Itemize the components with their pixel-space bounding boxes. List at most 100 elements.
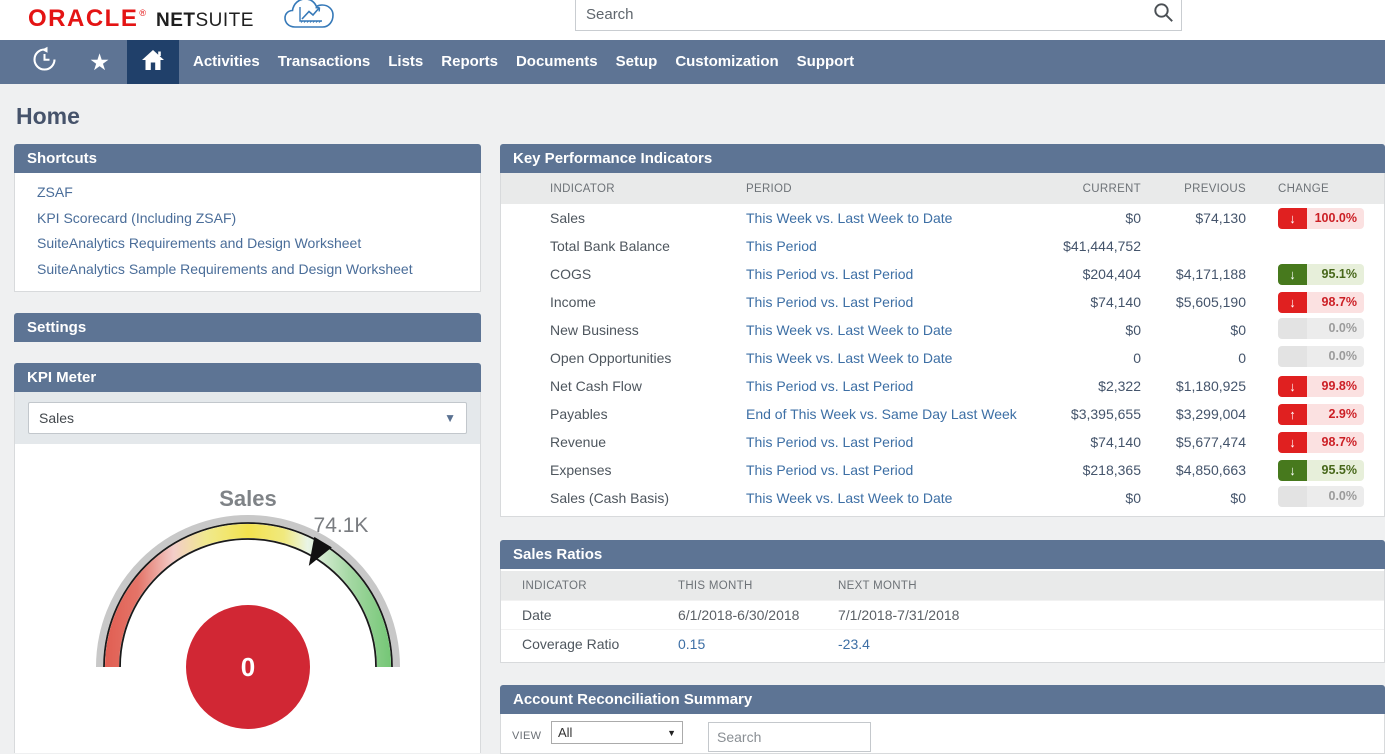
nav-item-activities[interactable]: Activities: [184, 40, 269, 84]
kpi-period-link[interactable]: This Period vs. Last Period: [746, 294, 1046, 310]
kpi-indicator: Net Cash Flow: [501, 378, 746, 394]
kpi-period-link[interactable]: This Week vs. Last Week to Date: [746, 210, 1046, 226]
kpi-period-link[interactable]: This Period vs. Last Period: [746, 462, 1046, 478]
home-tab-active[interactable]: [127, 40, 179, 84]
shortcut-link[interactable]: SuiteAnalytics Requirements and Design W…: [15, 231, 480, 257]
kpi-period-link[interactable]: This Week vs. Last Week to Date: [746, 350, 1046, 366]
kpi-period-link[interactable]: This Period vs. Last Period: [746, 266, 1046, 282]
ratio-next-month: 7/1/2018-7/31/2018: [838, 607, 1384, 623]
account-reconciliation-portlet-body: VIEW All ▼: [500, 714, 1385, 754]
kpi-previous: $74,130: [1141, 210, 1246, 226]
change-value: 99.8%: [1307, 376, 1364, 397]
column-header: THIS MONTH: [678, 580, 838, 592]
change-badge: ↑2.9%: [1278, 404, 1364, 425]
nav-item-support[interactable]: Support: [788, 40, 864, 84]
nav-item-reports[interactable]: Reports: [432, 40, 507, 84]
kpi-period-link[interactable]: This Period: [746, 238, 1046, 254]
change-value: 95.5%: [1307, 460, 1364, 481]
change-arrow-icon: ↓: [1278, 208, 1307, 229]
nav-item-documents[interactable]: Documents: [507, 40, 607, 84]
cloud-chart-icon: [283, 0, 339, 37]
recent-records-button[interactable]: [17, 40, 72, 84]
ratio-next-month-link[interactable]: -23.4: [838, 636, 1384, 652]
view-selected-value: All: [558, 725, 572, 740]
shortcuts-star-button[interactable]: ★: [72, 40, 127, 84]
kpi-meter-control-strip: Sales ▼: [14, 392, 481, 444]
kpi-table-header-row: INDICATOR PERIOD CURRENT PREVIOUS CHANGE: [501, 173, 1384, 204]
view-label: VIEW: [512, 730, 541, 742]
change-value: 2.9%: [1307, 404, 1364, 425]
shortcuts-portlet: Shortcuts ZSAF KPI Scorecard (Including …: [14, 144, 481, 292]
global-search-input[interactable]: [576, 0, 1136, 30]
table-row: Date 6/1/2018-6/30/2018 7/1/2018-7/31/20…: [501, 600, 1384, 629]
change-arrow-icon: ↓: [1278, 376, 1307, 397]
search-submit-button[interactable]: [1153, 2, 1174, 26]
kpi-meter-portlet: KPI Meter Sales ▼: [14, 363, 481, 753]
kpi-previous: $4,850,663: [1141, 462, 1246, 478]
kpi-period-link[interactable]: This Period vs. Last Period: [746, 378, 1046, 394]
change-badge: ↓99.8%: [1278, 376, 1364, 397]
reconciliation-search-input[interactable]: [708, 722, 871, 752]
table-row: Income This Period vs. Last Period $74,1…: [501, 288, 1384, 316]
settings-portlet: Settings: [14, 313, 481, 342]
shortcuts-portlet-header[interactable]: Shortcuts: [14, 144, 481, 173]
table-row: Revenue This Period vs. Last Period $74,…: [501, 428, 1384, 456]
kpi-current: $3,395,655: [1046, 406, 1141, 422]
nav-item-transactions[interactable]: Transactions: [269, 40, 380, 84]
table-row: Expenses This Period vs. Last Period $21…: [501, 456, 1384, 484]
kpi-indicator: New Business: [501, 322, 746, 338]
kpi-period-link[interactable]: End of This Week vs. Same Day Last Week: [746, 406, 1046, 422]
account-reconciliation-portlet: Account Reconciliation Summary VIEW All …: [500, 685, 1385, 754]
kpi-meter-selected-value: Sales: [39, 410, 74, 426]
kpi-period-link[interactable]: This Week vs. Last Week to Date: [746, 490, 1046, 506]
change-value: 100.0%: [1307, 208, 1364, 229]
ratio-this-month-link[interactable]: 0.15: [678, 636, 838, 652]
change-value: 98.7%: [1307, 432, 1364, 453]
sales-ratios-portlet: Sales Ratios INDICATOR THIS MONTH NEXT M…: [500, 540, 1385, 663]
nav-item-customization[interactable]: Customization: [666, 40, 787, 84]
kpi-portlet-header[interactable]: Key Performance Indicators: [500, 144, 1385, 173]
change-badge: ↓98.7%: [1278, 292, 1364, 313]
registered-mark: ®: [139, 8, 146, 18]
oracle-netsuite-logo[interactable]: ORACLE® NETSUITE: [28, 5, 254, 33]
kpi-previous: $0: [1141, 490, 1246, 506]
history-clock-icon: [31, 46, 58, 78]
kpi-indicator: Sales (Cash Basis): [501, 490, 746, 506]
kpi-meter-portlet-header[interactable]: KPI Meter: [14, 363, 481, 392]
sales-ratios-portlet-header[interactable]: Sales Ratios: [500, 540, 1385, 569]
table-row: Open Opportunities This Week vs. Last We…: [501, 344, 1384, 372]
kpi-indicator: Revenue: [501, 434, 746, 450]
chevron-down-icon: ▼: [444, 411, 456, 425]
settings-portlet-header[interactable]: Settings: [14, 313, 481, 342]
kpi-portlet: Key Performance Indicators INDICATOR PER…: [500, 144, 1385, 517]
page-title: Home: [16, 103, 80, 130]
right-column: Key Performance Indicators INDICATOR PER…: [500, 144, 1385, 754]
change-value: 95.1%: [1307, 264, 1364, 285]
change-value: 98.7%: [1307, 292, 1364, 313]
kpi-period-link[interactable]: This Week vs. Last Week to Date: [746, 322, 1046, 338]
sales-ratios-header-row: INDICATOR THIS MONTH NEXT MONTH: [501, 569, 1384, 600]
column-header: INDICATOR: [501, 580, 678, 592]
kpi-meter-select[interactable]: Sales ▼: [28, 402, 467, 434]
kpi-previous: $5,677,474: [1141, 434, 1246, 450]
table-row: COGS This Period vs. Last Period $204,40…: [501, 260, 1384, 288]
change-badge: ↓95.5%: [1278, 460, 1364, 481]
star-icon: ★: [89, 40, 110, 84]
kpi-current: $74,140: [1046, 434, 1141, 450]
shortcut-link[interactable]: SuiteAnalytics Sample Requirements and D…: [15, 257, 480, 283]
account-reconciliation-portlet-header[interactable]: Account Reconciliation Summary: [500, 685, 1385, 714]
table-row: Payables End of This Week vs. Same Day L…: [501, 400, 1384, 428]
shortcut-link[interactable]: KPI Scorecard (Including ZSAF): [15, 206, 480, 232]
kpi-current: $0: [1046, 322, 1141, 338]
netsuite-wordmark: NETSUITE: [156, 10, 254, 32]
kpi-period-link[interactable]: This Period vs. Last Period: [746, 434, 1046, 450]
nav-item-setup[interactable]: Setup: [607, 40, 667, 84]
change-arrow-icon: [1278, 486, 1307, 507]
change-badge: ↓95.1%: [1278, 264, 1364, 285]
global-search-box: [575, 0, 1182, 31]
oracle-wordmark: ORACLE: [28, 5, 138, 33]
kpi-indicator: Income: [501, 294, 746, 310]
nav-item-lists[interactable]: Lists: [379, 40, 432, 84]
shortcut-link[interactable]: ZSAF: [15, 180, 480, 206]
column-header: NEXT MONTH: [838, 580, 1384, 592]
